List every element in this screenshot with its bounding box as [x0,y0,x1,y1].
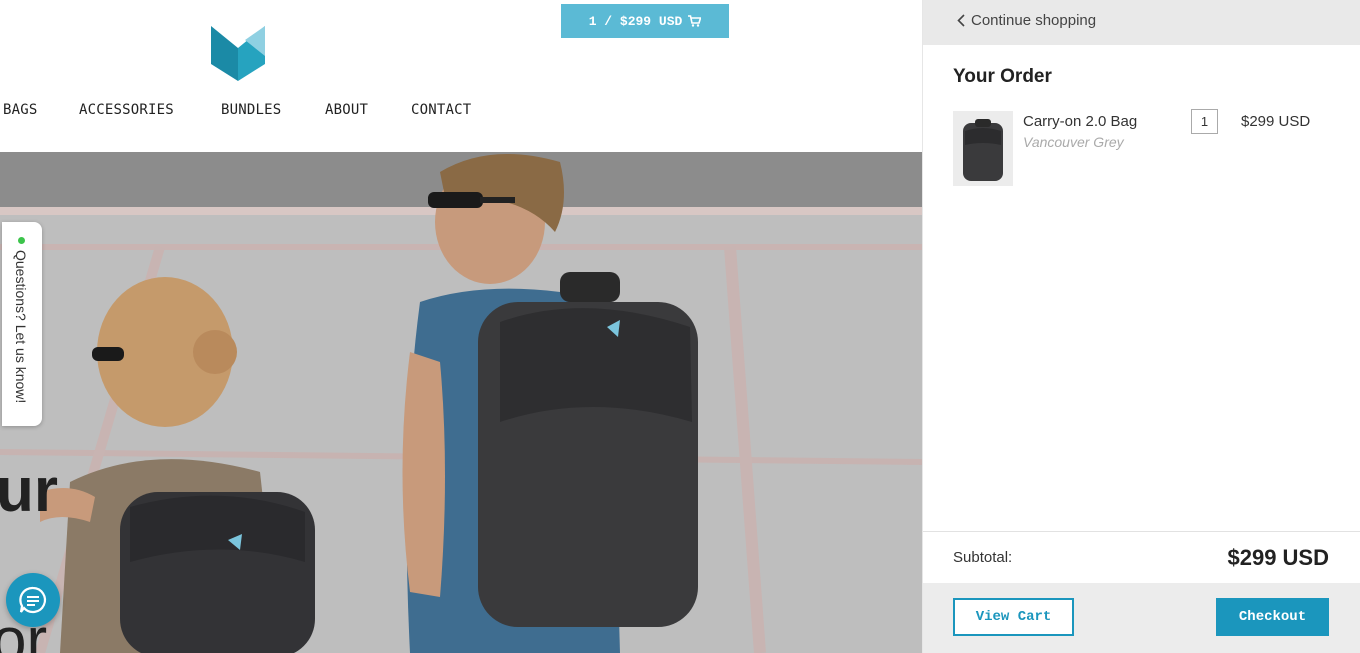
subtotal-label: Subtotal: [953,549,1013,566]
subtotal-value: $299 USD [1227,545,1329,570]
chat-launcher-button[interactable] [6,573,60,627]
hero-photo [0,152,922,653]
cart-line-item: Carry-on 2.0 Bag Vancouver Grey 1 $299 U… [953,109,1333,186]
subtotal-row: Subtotal: $299 USD [923,531,1360,584]
product-thumbnail[interactable] [953,111,1013,186]
continue-shopping-label: Continue shopping [971,12,1097,29]
nav-about[interactable]: ABOUT [325,102,368,118]
view-cart-button[interactable]: View Cart [953,598,1074,636]
product-name[interactable]: Carry-on 2.0 Bag [1023,113,1137,130]
online-status-dot [18,237,25,244]
quantity-input[interactable]: 1 [1191,109,1218,134]
brand-logo[interactable] [211,26,265,81]
cart-actions: View Cart Checkout [923,583,1360,653]
continue-shopping-link[interactable]: Continue shopping [957,12,1096,29]
backpack-thumbnail-image [963,119,1003,181]
cart-drawer-header: Continue shopping [923,0,1360,45]
product-variant: Vancouver Grey [1023,134,1124,150]
nav-bundles[interactable]: BUNDLES [221,102,281,118]
storefront: 1 / $299 USD BAGS ACCESSORIES BUNDLES AB… [0,0,922,653]
nav-accessories[interactable]: ACCESSORIES [79,102,174,118]
nav-contact[interactable]: CONTACT [411,102,471,118]
checkout-button[interactable]: Checkout [1216,598,1329,636]
product-price: $299 USD [1241,113,1311,130]
questions-tab[interactable]: Questions? Let us know! [2,222,42,426]
chevron-left-icon [957,14,965,27]
shopping-cart-icon [688,15,702,27]
order-title: Your Order [953,66,1052,87]
nav-bags[interactable]: BAGS [3,102,38,118]
cart-drawer: Continue shopping Your Order Carry-on 2.… [922,0,1360,653]
hero-image: ur or [0,152,922,653]
questions-tab-label: Questions? Let us know! [13,250,29,404]
cart-summary: 1 / $299 USD [588,13,683,29]
header-cart-button[interactable]: 1 / $299 USD [561,4,729,38]
hero-headline-line1: ur [0,456,58,525]
chat-bubble-icon [19,586,47,614]
